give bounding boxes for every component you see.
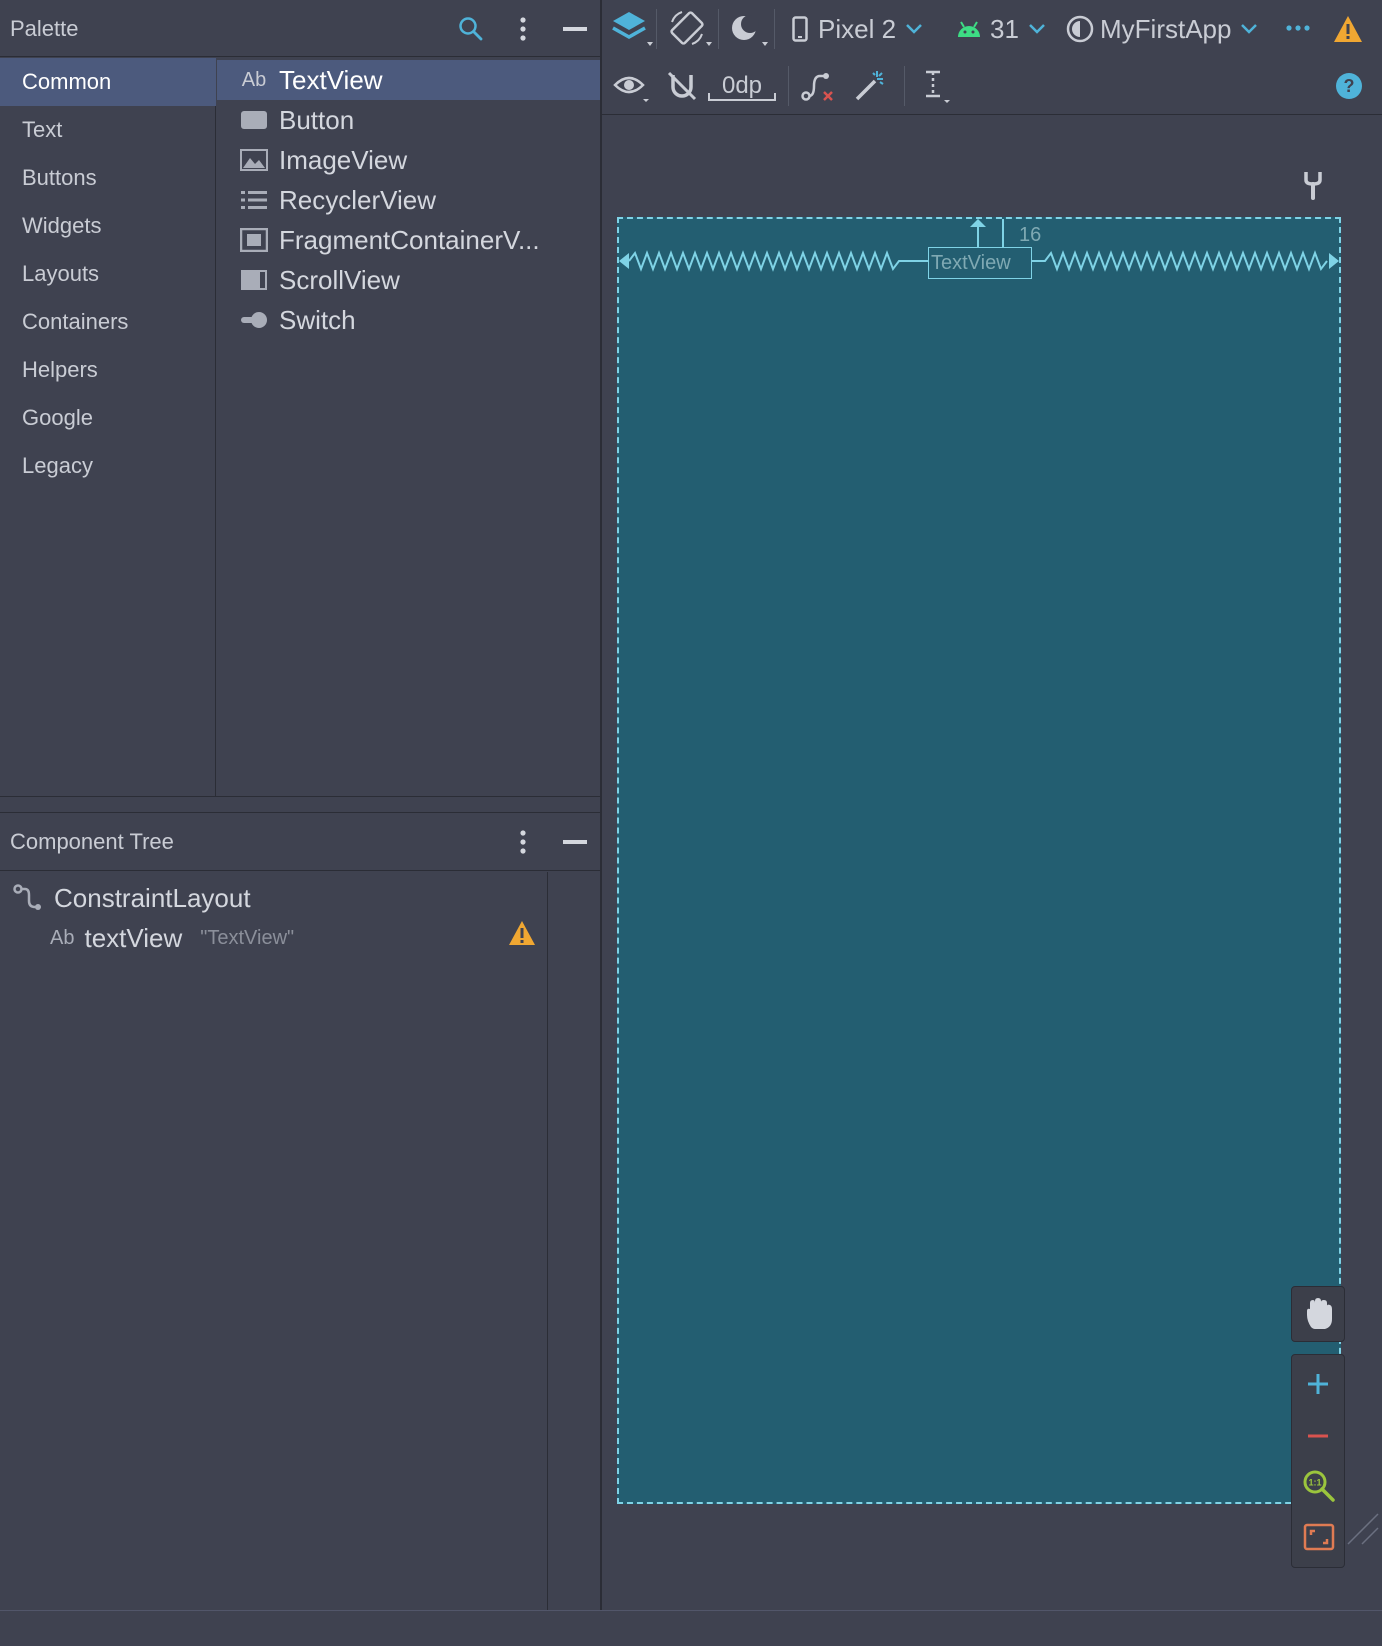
palette-item-list: Ab TextView Button ImageView RecyclerVie…: [217, 58, 600, 796]
palette-item-scrollview[interactable]: ScrollView: [217, 260, 600, 300]
help-icon[interactable]: ?: [1332, 69, 1366, 103]
device-selector[interactable]: Pixel 2: [792, 12, 922, 46]
palette-item-label: Switch: [279, 305, 356, 335]
phone-icon: [792, 16, 808, 42]
category-text[interactable]: Text: [0, 106, 216, 154]
category-layouts[interactable]: Layouts: [0, 250, 216, 298]
textview-widget[interactable]: TextView: [928, 247, 1032, 279]
zoom-to-fit-icon[interactable]: [1303, 1523, 1335, 1556]
palette-item-label: Button: [279, 105, 355, 135]
infer-constraints-icon[interactable]: [850, 67, 890, 105]
category-legacy[interactable]: Legacy: [0, 442, 216, 490]
orientation-icon[interactable]: [666, 8, 716, 48]
constraint-toolbar: 0dp ?: [602, 57, 1382, 115]
text-ab-icon: Ab: [241, 69, 267, 91]
blueprint-screen[interactable]: [617, 217, 1341, 1504]
palette-item-label: RecyclerView: [279, 185, 437, 215]
minimize-icon[interactable]: [560, 14, 590, 44]
palette-item-label: FragmentContainerV...: [279, 225, 540, 255]
chevron-down-icon: [1029, 24, 1045, 34]
component-tree: ConstraintLayout Ab textView "TextView": [0, 872, 548, 1610]
palette-item-button[interactable]: Button: [217, 100, 600, 140]
api-level-selector[interactable]: 31: [956, 12, 1045, 46]
button-icon: [239, 105, 269, 135]
tree-item-label: textView: [84, 922, 183, 953]
tree-item-constraintlayout[interactable]: ConstraintLayout: [12, 878, 251, 918]
palette-item-label: TextView: [279, 65, 383, 95]
guidelines-icon[interactable]: [916, 67, 956, 105]
more-horizontal-icon[interactable]: [1282, 16, 1314, 40]
category-buttons[interactable]: Buttons: [0, 154, 216, 202]
palette-item-textview[interactable]: Ab TextView: [217, 60, 600, 100]
scrollview-icon: [239, 265, 269, 295]
tree-item-text-value: "TextView": [200, 926, 295, 949]
palette-item-imageview[interactable]: ImageView: [217, 140, 600, 180]
palette-category-list: Common Text Buttons Widgets Layouts Cont…: [0, 58, 216, 796]
palette-item-switch[interactable]: Switch: [217, 300, 600, 340]
status-bar: [0, 1610, 1382, 1646]
component-tree-header: Component Tree: [0, 813, 600, 871]
warning-icon[interactable]: [508, 920, 536, 951]
svg-text:?: ?: [1344, 76, 1355, 96]
hand-icon: [1303, 1297, 1335, 1336]
zoom-actual-size-icon[interactable]: 1:1: [1302, 1469, 1336, 1508]
chevron-down-icon: [906, 24, 922, 34]
text-ab-icon: Ab: [50, 926, 75, 949]
palette-item-label: ScrollView: [279, 265, 400, 295]
palette-item-fragmentcontainerview[interactable]: FragmentContainerV...: [217, 220, 600, 260]
resize-grip-icon[interactable]: [1346, 1512, 1380, 1546]
panel-divider: [0, 796, 600, 797]
pan-button[interactable]: [1291, 1286, 1345, 1342]
category-widgets[interactable]: Widgets: [0, 202, 216, 250]
category-containers[interactable]: Containers: [0, 298, 216, 346]
margin-value-label: 16: [1019, 224, 1042, 246]
chevron-down-icon: [1241, 24, 1258, 34]
palette-header: Palette: [0, 0, 600, 57]
api-level-label: 31: [990, 13, 1019, 44]
category-common[interactable]: Common: [0, 58, 216, 106]
device-label: Pixel 2: [818, 13, 897, 44]
design-toolbar: Pixel 2 31 MyFirstApp: [602, 0, 1382, 57]
theme-icon: [1066, 15, 1094, 43]
palette-item-label: ImageView: [279, 145, 408, 175]
tree-item-textview[interactable]: Ab textView "TextView": [50, 918, 294, 958]
search-icon[interactable]: [456, 14, 486, 44]
palette-title: Palette: [10, 16, 79, 41]
image-icon: [239, 145, 269, 175]
clear-constraints-icon[interactable]: [798, 67, 838, 105]
default-margin-label: 0dp: [721, 72, 763, 99]
category-helpers[interactable]: Helpers: [0, 346, 216, 394]
more-options-icon[interactable]: [508, 14, 538, 44]
minimize-icon[interactable]: [560, 827, 590, 857]
theme-selector[interactable]: MyFirstApp: [1066, 12, 1258, 46]
default-margin-selector[interactable]: 0dp: [706, 69, 778, 103]
constraint-layout-icon: [12, 883, 42, 913]
design-surface-icon[interactable]: [610, 10, 654, 48]
night-mode-icon[interactable]: [726, 10, 772, 48]
component-tree-title: Component Tree: [10, 829, 174, 854]
zoom-out-icon[interactable]: [1305, 1423, 1331, 1454]
autoconnect-off-icon[interactable]: [662, 67, 702, 105]
theme-label: MyFirstApp: [1100, 13, 1232, 44]
category-google[interactable]: Google: [0, 394, 216, 442]
switch-icon: [239, 305, 269, 335]
tree-item-label: ConstraintLayout: [54, 882, 251, 913]
view-options-icon[interactable]: [612, 67, 652, 105]
zoom-in-icon[interactable]: [1305, 1371, 1331, 1402]
svg-text:1:1: 1:1: [1308, 1478, 1321, 1488]
wrench-icon[interactable]: [1302, 170, 1324, 207]
more-options-icon[interactable]: [508, 827, 538, 857]
palette-item-recyclerview[interactable]: RecyclerView: [217, 180, 600, 220]
list-icon: [239, 185, 269, 215]
zoom-controls: 1:1: [1291, 1354, 1345, 1568]
fragment-icon: [239, 225, 269, 255]
warning-icon[interactable]: [1332, 14, 1364, 44]
android-icon: [956, 19, 982, 39]
